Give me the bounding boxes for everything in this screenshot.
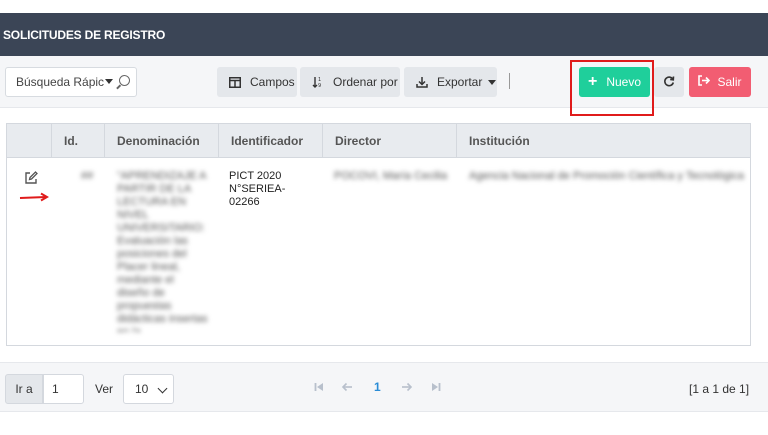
salir-label: Salir [717, 75, 742, 89]
cell-identificador: PICT 2020 N°SERIEA- 02266 [229, 170, 319, 209]
refresh-icon [663, 75, 675, 90]
page-title: SOLICITUDES DE REGISTRO [0, 13, 768, 56]
search-input-value: Búsqueda Rápic [16, 75, 105, 89]
exportar-label: Exportar [437, 75, 483, 89]
ordenar-label: Ordenar por [333, 75, 398, 89]
column-institucion[interactable]: Institución [457, 124, 750, 158]
svg-text:9: 9 [318, 83, 321, 88]
sign-out-icon [698, 75, 711, 89]
prev-page-icon[interactable] [341, 382, 353, 392]
edit-icon[interactable] [24, 171, 38, 185]
campos-button[interactable]: Campos [217, 67, 297, 97]
next-page-icon[interactable] [401, 382, 413, 392]
columns-icon [228, 75, 242, 89]
cell-institucion: Agencia Nacional de Promoción Científica… [469, 170, 744, 182]
pagination-bar: Ir a 1 Ver 10 1 [1 a 1 de 1] [0, 362, 768, 412]
current-page[interactable]: 1 [374, 380, 381, 394]
ir-a-input[interactable]: 1 [43, 374, 84, 404]
arrow-right-icon [19, 192, 49, 202]
campos-label: Campos [250, 75, 295, 89]
column-id[interactable]: Id. [52, 124, 105, 158]
page-size-value: 10 [135, 382, 149, 396]
salir-button[interactable]: Salir [689, 67, 751, 97]
last-page-icon[interactable] [431, 382, 441, 392]
download-icon [415, 75, 429, 89]
exportar-button[interactable]: Exportar [404, 67, 497, 97]
highlight-box [570, 60, 654, 116]
chevron-down-icon [157, 383, 168, 394]
data-table: Id. Denominación Identificador Director … [6, 123, 751, 346]
cell-id: ## [81, 170, 94, 182]
caret-down-icon [488, 79, 497, 85]
refresh-button[interactable] [654, 67, 684, 97]
column-denominacion[interactable]: Denominación [105, 124, 219, 158]
sort-icon: 19 [311, 75, 325, 89]
first-page-icon[interactable] [314, 382, 324, 392]
cell-denominacion: "APRENDIZAJE A PARTIR DE LA LECTURA EN N… [117, 170, 208, 332]
search-input[interactable]: Búsqueda Rápic [5, 67, 137, 97]
ordenar-button[interactable]: 19 Ordenar por [300, 67, 400, 97]
search-icon[interactable] [119, 75, 130, 86]
caret-down-icon[interactable] [105, 79, 113, 84]
page-size-select[interactable]: 10 [123, 374, 174, 404]
cell-director: POCOVI, María Cecilia [334, 170, 448, 182]
column-actions [7, 124, 52, 158]
ir-a-label: Ir a [5, 374, 43, 404]
record-range: [1 a 1 de 1] [689, 382, 750, 396]
column-director[interactable]: Director [323, 124, 457, 158]
identificador-line-1: PICT 2020 [229, 170, 282, 182]
identificador-line-2: N°SERIEA- [229, 183, 286, 195]
column-identificador[interactable]: Identificador [219, 124, 323, 158]
identificador-line-3: 02266 [229, 196, 260, 208]
ver-label: Ver [95, 382, 114, 396]
table-header: Id. Denominación Identificador Director … [7, 124, 750, 158]
toolbar-divider [509, 73, 510, 89]
page: SOLICITUDES DE REGISTRO Búsqueda Rápic C… [0, 0, 768, 435]
